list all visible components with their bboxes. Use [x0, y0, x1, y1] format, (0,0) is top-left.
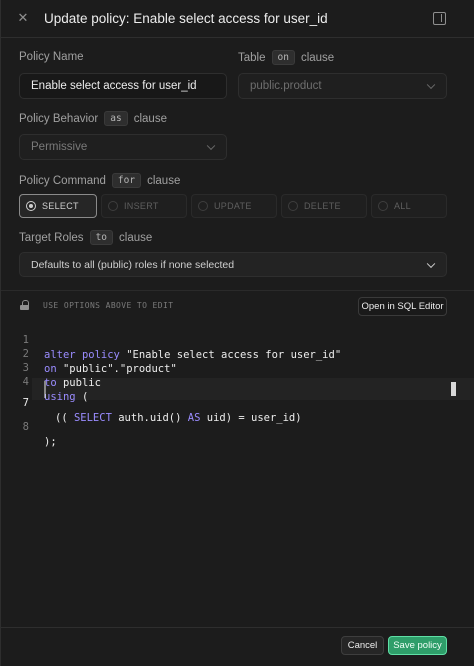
indent-guide — [44, 381, 46, 398]
command-option-delete[interactable]: DELETE — [281, 194, 367, 218]
command-option-label: ALL — [394, 201, 411, 211]
code-line: 3 to public — [1, 346, 474, 389]
editor-hint: USE OPTIONS ABOVE TO EDIT — [43, 301, 174, 310]
table-value: public.product — [250, 80, 322, 92]
roles-clause-text: clause — [119, 231, 153, 244]
code-text: ); — [44, 436, 57, 448]
line-number: 8 — [22, 421, 29, 433]
radio-icon — [378, 201, 388, 211]
code-line: 7 (( SELECT auth.uid() AS uid) = user_id… — [1, 381, 474, 424]
table-select[interactable]: public.product — [238, 73, 447, 99]
command-option-insert[interactable]: INSERT — [101, 194, 187, 218]
code-line: 2 on "public"."product" — [1, 332, 474, 375]
command-label-text: Policy Command — [19, 174, 106, 187]
open-in-sql-editor-button[interactable]: Open in SQL Editor — [358, 297, 447, 316]
roles-to-chip: to — [89, 230, 114, 245]
panel-title: Update policy: Enable select access for … — [44, 11, 328, 26]
code-line: 8 ); — [1, 405, 474, 448]
command-radio-group: SELECT INSERT UPDATE DELETE ALL — [19, 194, 447, 218]
cancel-button-label: Cancel — [347, 640, 378, 651]
cancel-button[interactable]: Cancel — [341, 636, 384, 655]
command-clause-text: clause — [147, 174, 181, 187]
roles-label-text: Target Roles — [19, 231, 84, 244]
roles-label: Target Roles to clause — [19, 230, 152, 245]
sidebar-toggle-icon[interactable] — [433, 12, 446, 25]
chevron-down-icon — [426, 259, 436, 268]
chevron-down-icon — [206, 141, 216, 151]
chevron-down-icon — [426, 80, 436, 90]
command-option-label: SELECT — [42, 201, 79, 211]
table-label: Table on clause — [238, 50, 334, 65]
scrollbar-marker[interactable] — [451, 382, 456, 396]
divider — [1, 290, 474, 291]
code-line: 1 alter policy "Enable select access for… — [1, 318, 474, 361]
panel-header: ✕ Update policy: Enable select access fo… — [1, 0, 474, 38]
policy-name-label: Policy Name — [19, 51, 84, 63]
radio-icon — [26, 201, 36, 211]
command-option-label: UPDATE — [214, 201, 252, 211]
behavior-label: Policy Behavior as clause — [19, 111, 167, 126]
command-option-label: INSERT — [124, 201, 159, 211]
behavior-value: Permissive — [31, 141, 88, 153]
save-policy-button-label: Save policy — [393, 640, 442, 651]
policy-name-value: Enable select access for user_id — [31, 80, 197, 92]
radio-icon — [198, 201, 208, 211]
command-option-select[interactable]: SELECT — [19, 194, 97, 218]
behavior-as-chip: as — [104, 111, 128, 126]
save-policy-button[interactable]: Save policy — [388, 636, 447, 655]
lock-icon — [20, 300, 29, 310]
roles-placeholder: Defaults to all (public) roles if none s… — [31, 258, 235, 271]
command-label: Policy Command for clause — [19, 173, 180, 188]
policy-name-input[interactable]: Enable select access for user_id — [19, 73, 227, 99]
close-icon[interactable]: ✕ — [16, 11, 30, 25]
radio-icon — [288, 201, 298, 211]
behavior-clause-text: clause — [133, 112, 167, 125]
table-clause-text: clause — [300, 51, 335, 64]
policy-name-label-text: Policy Name — [19, 51, 84, 63]
behavior-label-text: Policy Behavior — [19, 112, 99, 125]
command-option-label: DELETE — [304, 201, 341, 211]
radio-icon — [108, 201, 118, 211]
command-for-chip: for — [111, 173, 142, 188]
code-line: 4 using ( — [1, 360, 474, 403]
command-option-all[interactable]: ALL — [371, 194, 447, 218]
policy-editor-panel: ✕ Update policy: Enable select access fo… — [0, 0, 474, 666]
table-on-chip: on — [271, 50, 295, 65]
command-option-update[interactable]: UPDATE — [191, 194, 277, 218]
table-label-text: Table — [238, 51, 266, 64]
behavior-select[interactable]: Permissive — [19, 134, 227, 160]
roles-select[interactable]: Defaults to all (public) roles if none s… — [19, 252, 447, 277]
open-in-sql-editor-label: Open in SQL Editor — [361, 301, 444, 312]
